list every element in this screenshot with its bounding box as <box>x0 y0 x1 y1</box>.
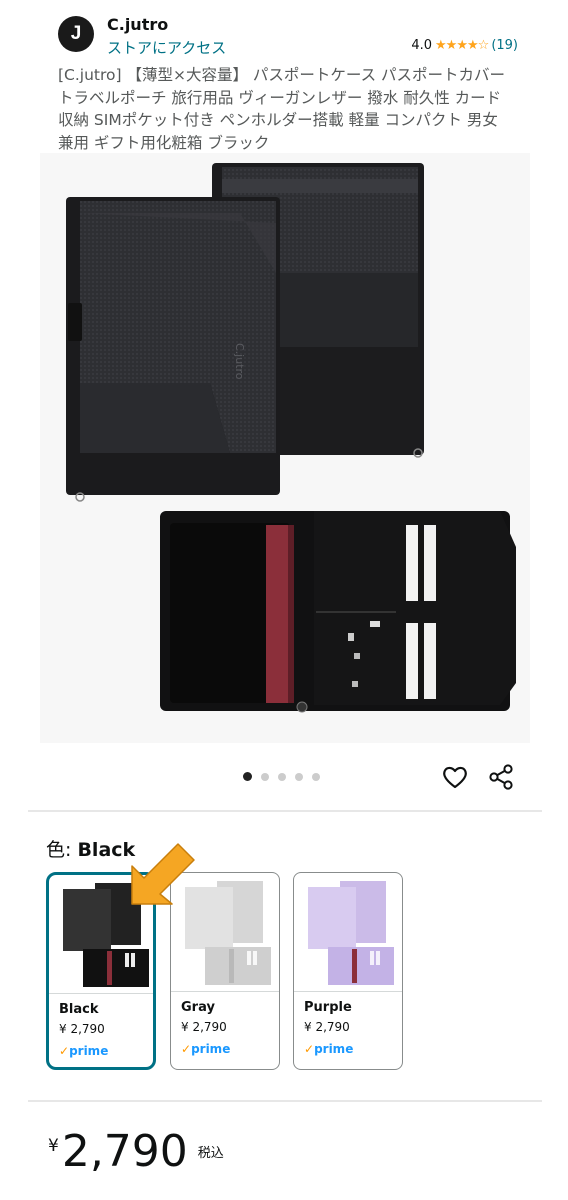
wishlist-button[interactable] <box>440 762 470 792</box>
product-image-art: C.jutro <box>66 163 516 713</box>
tax-label: 税込 <box>197 1146 224 1161</box>
color-option-name: Gray <box>181 1000 215 1015</box>
color-option-name: Purple <box>304 1000 352 1015</box>
store-logo[interactable]: J <box>58 16 94 52</box>
carousel-dot[interactable] <box>312 772 320 781</box>
carousel-dot[interactable] <box>295 772 303 781</box>
prime-badge: ✓prime <box>181 1042 231 1056</box>
color-thumbnail <box>308 881 394 985</box>
prime-check-icon: ✓ <box>181 1042 192 1056</box>
star-rating-icon: ★★★★☆ <box>435 38 489 53</box>
swatch-divider <box>171 991 279 992</box>
color-option-name: Black <box>59 1002 99 1017</box>
price-currency: ¥ <box>48 1136 59 1156</box>
swatch-divider <box>294 991 402 992</box>
color-option-purple[interactable]: Purple ¥ 2,790 ✓prime <box>293 872 403 1070</box>
color-option-price: ¥ 2,790 <box>181 1020 227 1034</box>
product-image[interactable]: C.jutro <box>40 153 530 743</box>
color-option-price: ¥ 2,790 <box>304 1020 350 1034</box>
review-count-link[interactable]: (19) <box>491 38 518 53</box>
share-icon <box>489 764 513 790</box>
prime-check-icon: ✓ <box>59 1044 70 1058</box>
carousel-dot[interactable] <box>243 772 252 781</box>
rating-summary[interactable]: 4.0 ★★★★☆ (19) <box>411 38 518 53</box>
section-divider <box>28 1100 542 1102</box>
heart-icon <box>443 766 467 789</box>
product-title: [C.jutro] 【薄型×大容量】 パスポートケース パスポートカバー トラベ… <box>58 66 506 152</box>
selected-color-name: Black <box>77 839 136 861</box>
prime-badge: ✓prime <box>304 1042 354 1056</box>
highlight-arrow-icon <box>131 843 195 905</box>
image-carousel-dots[interactable] <box>243 772 320 781</box>
prime-check-icon: ✓ <box>304 1042 315 1056</box>
color-label: 色: Black <box>46 835 135 862</box>
visit-store-link[interactable]: ストアにアクセス <box>107 37 226 58</box>
carousel-dot[interactable] <box>278 772 286 781</box>
carousel-dot[interactable] <box>261 772 269 781</box>
price-amount: 2,790 <box>61 1126 188 1177</box>
brand-emboss: C.jutro <box>233 343 246 380</box>
swatch-divider <box>49 993 153 994</box>
color-option-price: ¥ 2,790 <box>59 1022 105 1036</box>
store-name: C.jutro <box>107 15 169 34</box>
section-divider <box>28 810 542 812</box>
share-button[interactable] <box>486 762 516 792</box>
rating-value: 4.0 <box>411 38 433 53</box>
color-label-prefix: 色: <box>46 839 72 861</box>
store-header: J C.jutro ストアにアクセス 4.0 ★★★★☆ (19) <box>58 12 518 58</box>
price-display: ¥ 2,790 税込 <box>48 1128 224 1176</box>
prime-badge: ✓prime <box>59 1044 109 1058</box>
